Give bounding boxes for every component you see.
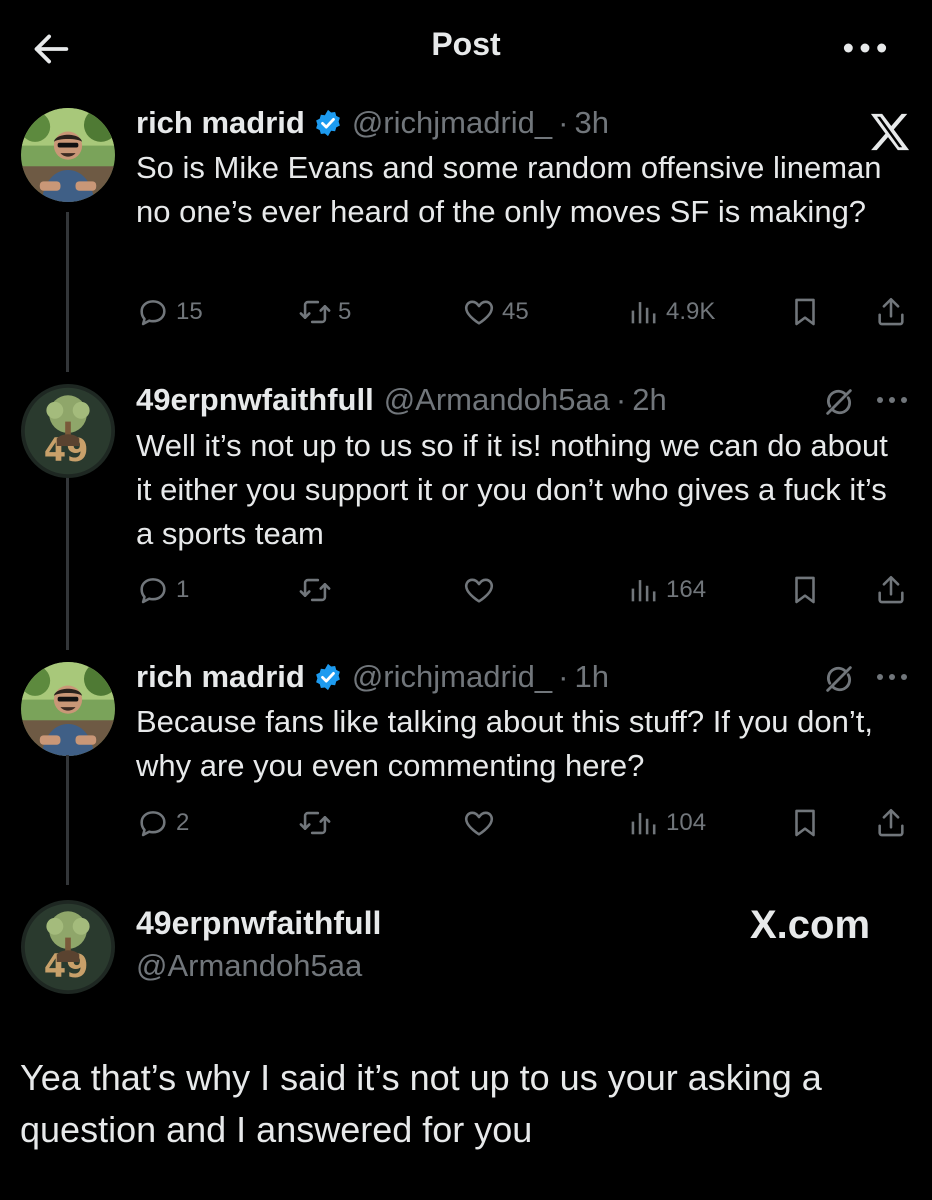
reply-icon [136, 806, 170, 840]
share-icon [874, 806, 908, 840]
handle[interactable]: @Armandoh5aa [384, 382, 610, 418]
reply-text: Yea that’s why I said it’s not up to us … [20, 1057, 822, 1150]
more-icon[interactable] [874, 390, 910, 410]
separator-dot: · [558, 659, 569, 694]
thread-line [66, 755, 69, 885]
view-count: 4.9K [666, 298, 716, 325]
view-count: 104 [666, 809, 707, 836]
handle[interactable]: @richjmadrid_ [352, 659, 552, 695]
like-button[interactable] [462, 803, 502, 843]
views-button[interactable]: 4.9K [626, 292, 715, 332]
reply-button[interactable]: 1 [136, 570, 189, 610]
tweet-header: 49erpnwfaithfull @Armandoh5aa · 2h [136, 380, 667, 420]
like-icon [462, 806, 496, 840]
reply-count: 1 [176, 576, 190, 603]
repost-icon [298, 806, 332, 840]
verified-badge-icon [313, 662, 343, 692]
x-com-wordmark: X.com [750, 903, 871, 947]
like-count: 45 [502, 298, 529, 325]
views-icon [626, 295, 660, 329]
like-icon [462, 573, 496, 607]
avatar-image [21, 900, 115, 994]
share-button[interactable] [874, 570, 908, 610]
avatar-image [21, 384, 115, 478]
bookmark-button[interactable] [788, 292, 822, 332]
bookmark-button[interactable] [788, 803, 822, 843]
tweet-header: rich madrid @richjmadrid_ · 1h [136, 657, 609, 697]
avatar[interactable] [21, 384, 115, 478]
tweet-text: Because fans like talking about this stu… [136, 704, 873, 783]
repost-button[interactable] [298, 570, 338, 610]
display-name[interactable]: rich madrid [136, 105, 305, 141]
more-icon[interactable] [840, 28, 890, 68]
share-icon [874, 295, 908, 329]
share-button[interactable] [874, 292, 908, 332]
reply-button[interactable]: 2 [136, 803, 189, 843]
views-button[interactable]: 164 [626, 570, 706, 610]
views-icon [626, 806, 660, 840]
grok-icon[interactable] [822, 385, 856, 419]
avatar[interactable] [21, 662, 115, 756]
tweet-text: So is Mike Evans and some random offensi… [136, 150, 882, 229]
repost-button[interactable] [298, 803, 338, 843]
views-icon [626, 573, 660, 607]
display-name[interactable]: 49erpnwfaithfull [136, 905, 381, 942]
bookmark-button[interactable] [788, 570, 822, 610]
reply-icon [136, 573, 170, 607]
reply-button[interactable]: 15 [136, 292, 203, 332]
thread-line [66, 212, 69, 372]
display-name[interactable]: rich madrid [136, 659, 305, 695]
share-button[interactable] [874, 803, 908, 843]
grok-icon[interactable] [822, 662, 856, 696]
thread-line [66, 474, 69, 650]
reply-icon [136, 295, 170, 329]
bookmark-icon [788, 573, 822, 607]
handle[interactable]: @Armandoh5aa [136, 948, 362, 984]
share-icon [874, 573, 908, 607]
more-icon[interactable] [874, 667, 910, 687]
repost-icon [298, 295, 332, 329]
separator-dot: · [558, 105, 569, 140]
like-button[interactable] [462, 570, 502, 610]
handle[interactable]: @richjmadrid_ [352, 105, 552, 141]
separator-dot: · [615, 382, 627, 417]
bookmark-icon [788, 806, 822, 840]
verified-badge-icon [313, 108, 343, 138]
reply-count: 15 [176, 298, 203, 325]
timestamp[interactable]: 3h [574, 105, 608, 141]
action-bar: 1 164 [136, 570, 912, 610]
timestamp[interactable]: 2h [632, 382, 666, 418]
avatar-image [21, 108, 115, 202]
tweet-header: rich madrid @richjmadrid_ · 3h [136, 103, 609, 143]
bookmark-icon [788, 295, 822, 329]
action-bar: 15 5 45 4.9K [136, 292, 912, 332]
repost-button[interactable]: 5 [298, 292, 351, 332]
page-title: Post [431, 26, 501, 62]
timestamp[interactable]: 1h [574, 659, 608, 695]
repost-count: 5 [338, 298, 352, 325]
display-name[interactable]: 49erpnwfaithfull [136, 382, 374, 418]
avatar[interactable] [21, 108, 115, 202]
like-button[interactable]: 45 [462, 292, 529, 332]
views-button[interactable]: 104 [626, 803, 706, 843]
avatar[interactable] [21, 900, 115, 994]
view-count: 164 [666, 576, 707, 603]
tweet-text: Well it’s not up to us so if it is! noth… [136, 428, 888, 551]
avatar-image [21, 662, 115, 756]
reply-count: 2 [176, 809, 190, 836]
repost-icon [298, 573, 332, 607]
like-icon [462, 295, 496, 329]
action-bar: 2 104 [136, 803, 912, 843]
